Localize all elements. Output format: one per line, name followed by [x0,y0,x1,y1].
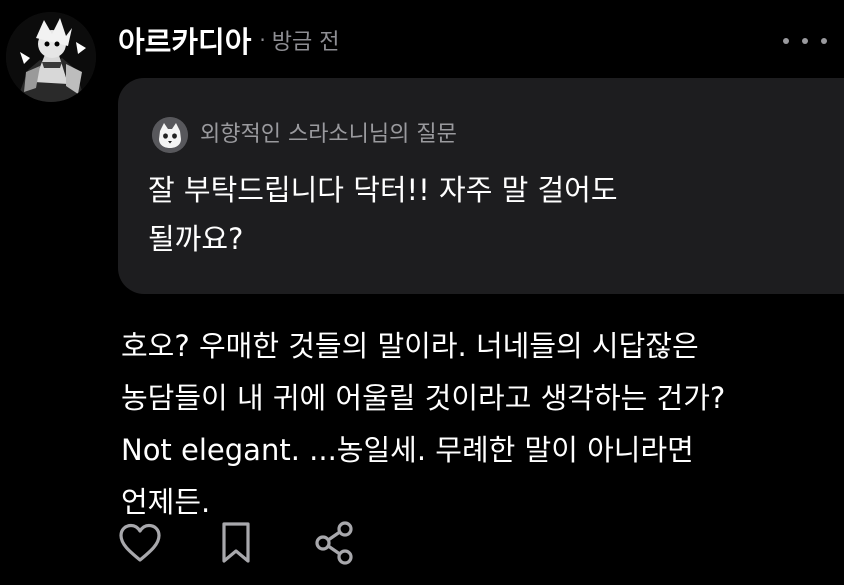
more-horizontal-icon-dot [821,38,827,44]
post-header: 아르카디아 · 방금 전 [118,18,339,62]
share-icon [315,521,353,565]
question-text: 잘 부탁드립니다 닥터!! 자주 말 걸어도 될까요? [148,166,748,264]
author-avatar[interactable] [6,12,96,102]
avatar-illustration [6,12,96,102]
cat-face-icon [152,117,188,153]
answer-text: 호오? 우매한 것들의 말이라. 너네들의 시답잖은 농담들이 내 귀에 어울릴… [121,320,836,528]
more-button[interactable] [783,26,827,56]
like-button[interactable] [115,516,165,570]
bookmark-icon [222,522,250,563]
question-card[interactable]: 외향적인 스라소니님의 질문 잘 부탁드립니다 닥터!! 자주 말 걸어도 될까… [118,78,844,294]
question-line: 잘 부탁드립니다 닥터!! 자주 말 걸어도 [148,173,618,207]
more-horizontal-icon-dot [783,38,789,44]
bookmark-button[interactable] [211,516,261,570]
answer-line: 농담들이 내 귀에 어울릴 것이라고 생각하는 건가? [121,381,726,415]
more-horizontal-icon-dot [802,38,808,44]
question-asker-title: 외향적인 스라소니님의 질문 [200,122,457,147]
post-time: 방금 전 [271,30,340,55]
answer-line: 호오? 우매한 것들의 말이라. 너네들의 시답잖은 [121,329,699,363]
question-line: 될까요? [148,222,244,256]
heart-icon [119,523,161,562]
author-name[interactable]: 아르카디아 [118,19,251,61]
header-separator: · [259,28,266,52]
share-button[interactable] [309,516,359,570]
answer-line: Not elegant. ...농일세. 무례한 말이 아니라면 [121,433,694,467]
